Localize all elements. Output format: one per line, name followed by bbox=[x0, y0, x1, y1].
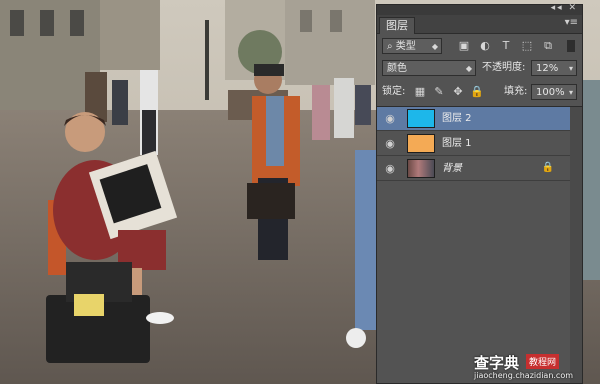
fill-field[interactable]: 100% ▾ bbox=[531, 84, 577, 100]
filter-kind-label: 类型 bbox=[395, 41, 416, 52]
opacity-label: 不透明度: bbox=[482, 62, 526, 73]
blend-mode-value: 颜色 bbox=[387, 63, 407, 74]
lock-label: 锁定: bbox=[382, 86, 406, 97]
watermark-url: jiaocheng.chazidian.com bbox=[474, 371, 574, 380]
eye-icon[interactable]: ◉ bbox=[383, 112, 397, 126]
lock-position-icon[interactable]: ✥ bbox=[451, 85, 465, 99]
chevron-down-icon: ▾ bbox=[568, 88, 573, 97]
opacity-field[interactable]: 12% ▾ bbox=[531, 60, 577, 76]
layers-panel: ◂◂ ✕ 图层 ▾≡ ⌕ 类型 ◆ ▣ ◐ T ⬚ ⧉ 颜色 ◆ 不透明度: 1… bbox=[376, 3, 583, 384]
pixel-filter-icon[interactable]: ▣ bbox=[457, 39, 471, 53]
watermark: 查字典 教程网 jiaocheng.chazidian.com bbox=[474, 352, 592, 382]
collapse-close-icon[interactable]: ◂◂ ✕ bbox=[551, 3, 578, 13]
fill-value: 100% bbox=[536, 87, 565, 98]
shape-filter-icon[interactable]: ⬚ bbox=[520, 39, 534, 53]
layer-row[interactable]: ◉ 背景 🔒 bbox=[377, 157, 582, 181]
layer-thumbnail bbox=[407, 109, 435, 128]
chevron-down-icon: ▾ bbox=[568, 64, 573, 73]
filter-kind-dropdown[interactable]: ⌕ 类型 ◆ bbox=[382, 38, 442, 54]
watermark-main: 查字典 bbox=[474, 354, 520, 372]
panel-titlebar[interactable]: ◂◂ ✕ bbox=[377, 3, 582, 15]
layers-list: ◉ 图层 2 ◉ 图层 1 ◉ 背景 🔒 bbox=[377, 106, 582, 383]
search-icon: ⌕ bbox=[387, 41, 396, 52]
layer-thumbnail bbox=[407, 159, 435, 178]
lock-icon: 🔒 bbox=[541, 162, 554, 173]
filter-toggle[interactable] bbox=[567, 40, 575, 52]
lock-row: 锁定: ▦ ✎ ✥ 🔒 填充: 100% ▾ bbox=[377, 81, 582, 105]
fill-label: 填充: bbox=[504, 86, 528, 97]
layer-row[interactable]: ◉ 图层 1 bbox=[377, 132, 582, 156]
chevron-updown-icon: ◆ bbox=[431, 42, 438, 51]
lock-transparency-icon[interactable]: ▦ bbox=[413, 85, 427, 99]
type-filter-icon[interactable]: T bbox=[499, 39, 513, 53]
layer-name: 背景 bbox=[442, 163, 462, 174]
layer-name: 图层 1 bbox=[442, 138, 472, 149]
layer-thumbnail bbox=[407, 134, 435, 153]
layer-name: 图层 2 bbox=[442, 113, 472, 124]
layer-row[interactable]: ◉ 图层 2 bbox=[377, 107, 582, 131]
adjustment-filter-icon[interactable]: ◐ bbox=[478, 39, 492, 53]
tab-layers[interactable]: 图层 bbox=[379, 17, 415, 34]
panel-tabbar: 图层 ▾≡ bbox=[377, 15, 582, 34]
chevron-updown-icon: ◆ bbox=[465, 64, 472, 73]
lock-all-icon[interactable]: 🔒 bbox=[470, 85, 484, 99]
lock-pixels-icon[interactable]: ✎ bbox=[432, 85, 446, 99]
scrollbar[interactable] bbox=[570, 107, 582, 383]
blend-mode-dropdown[interactable]: 颜色 ◆ bbox=[382, 60, 476, 76]
eye-icon[interactable]: ◉ bbox=[383, 137, 397, 151]
blend-row: 颜色 ◆ 不透明度: 12% ▾ bbox=[377, 58, 582, 82]
eye-icon[interactable]: ◉ bbox=[383, 162, 397, 176]
panel-menu-icon[interactable]: ▾≡ bbox=[565, 17, 578, 28]
smart-object-filter-icon[interactable]: ⧉ bbox=[541, 39, 555, 53]
filter-row: ⌕ 类型 ◆ ▣ ◐ T ⬚ ⧉ bbox=[377, 34, 582, 58]
opacity-value: 12% bbox=[536, 63, 559, 74]
watermark-badge: 教程网 bbox=[526, 354, 560, 369]
